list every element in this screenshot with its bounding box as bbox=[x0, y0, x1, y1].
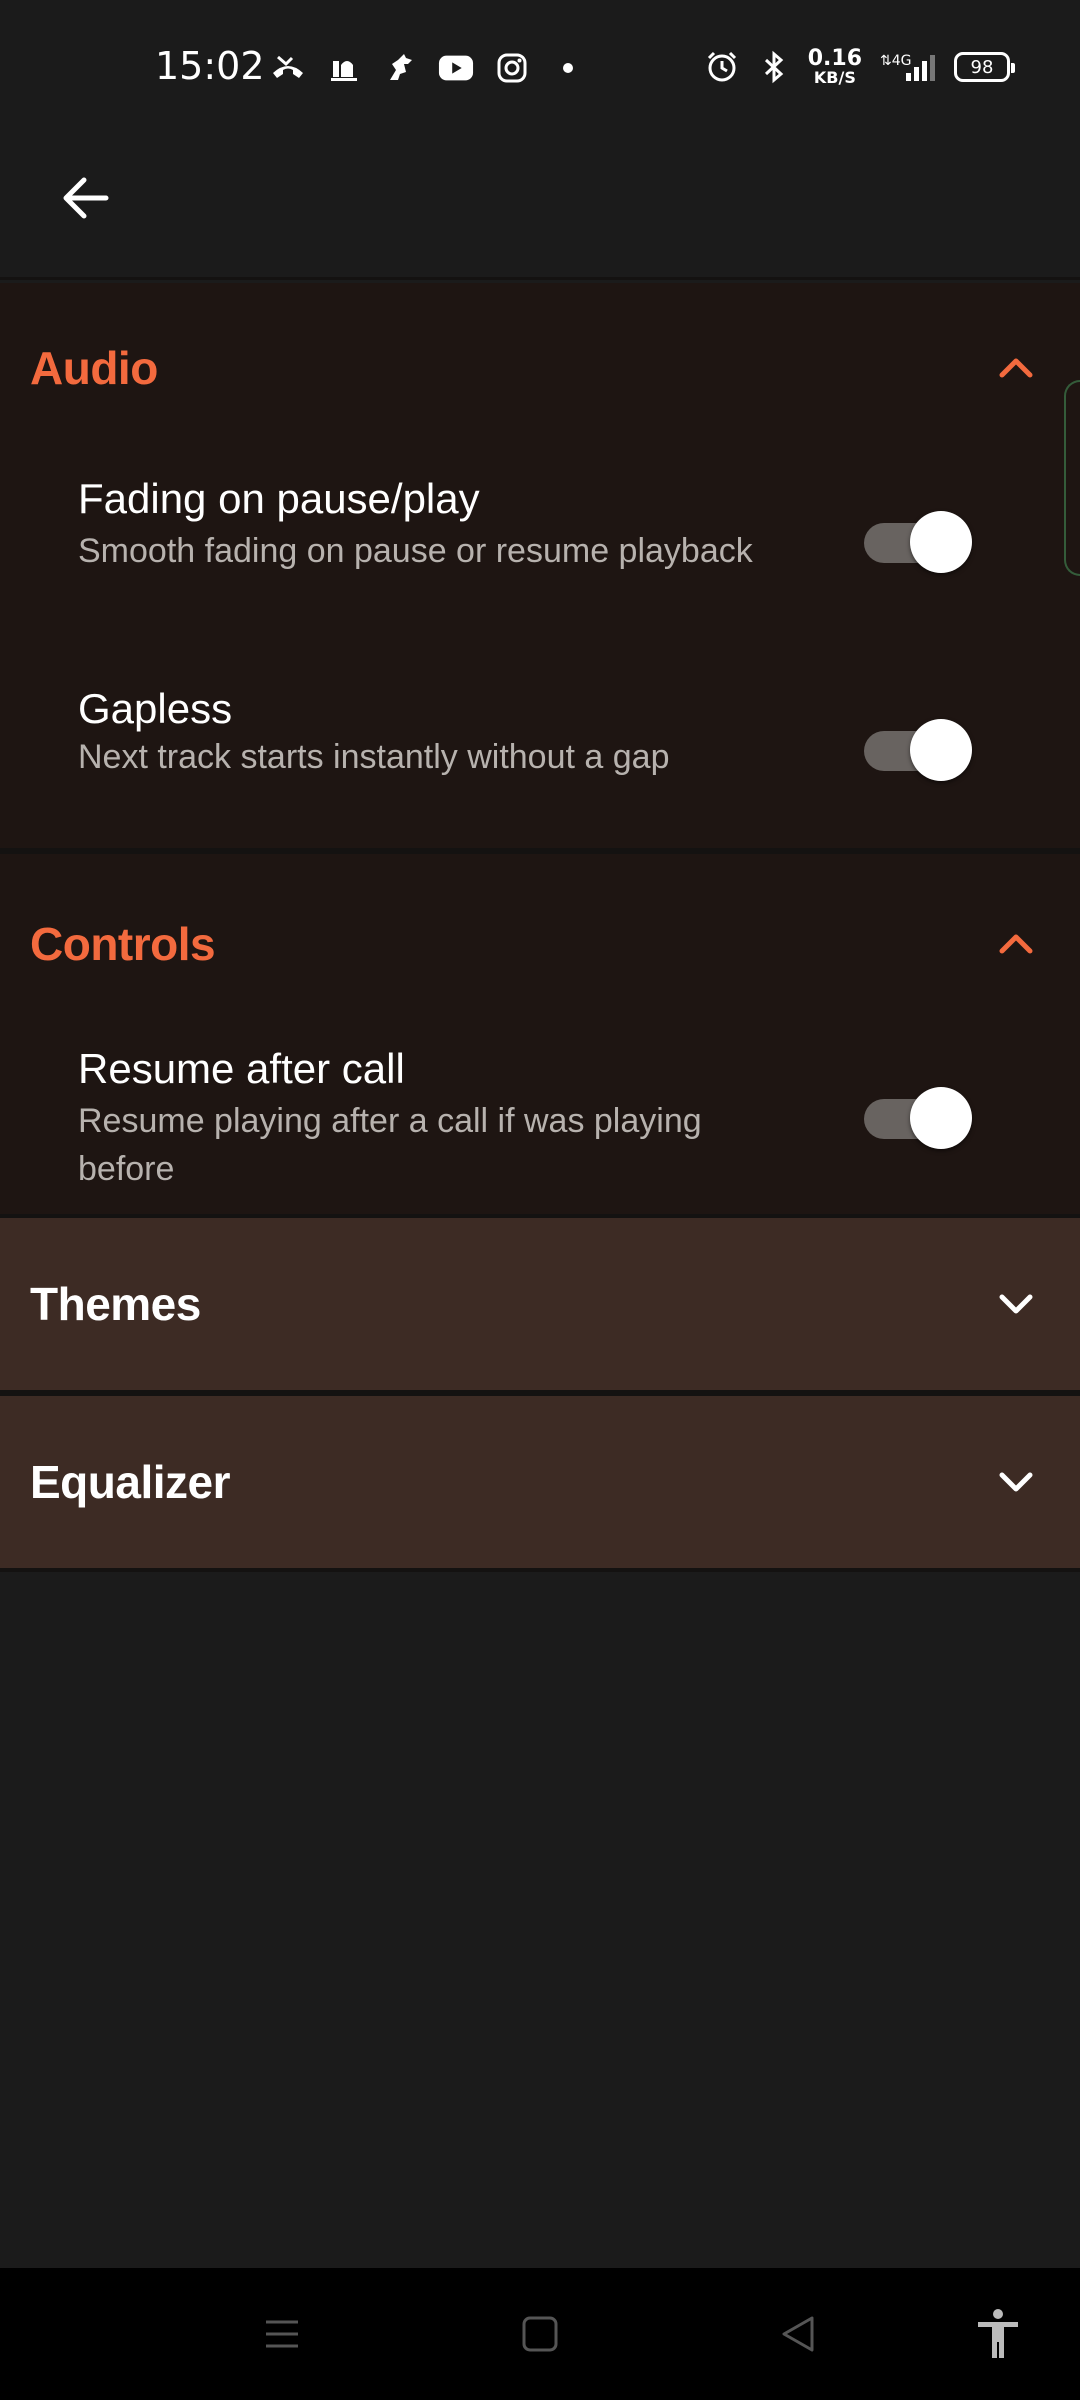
accessibility-button[interactable] bbox=[968, 2304, 1028, 2364]
fading-toggle[interactable] bbox=[864, 511, 972, 575]
recent-apps-button[interactable] bbox=[252, 2304, 312, 2364]
home-button[interactable] bbox=[510, 2304, 570, 2364]
missed-call-icon bbox=[270, 50, 306, 86]
status-bar: 15:02 0.16 KB/S ⇅4G 98 bbox=[0, 0, 1080, 110]
net-speed-value: 0.16 bbox=[807, 46, 862, 71]
alarm-icon bbox=[704, 49, 740, 85]
setting-resume-after-call[interactable]: Resume after call Resume playing after a… bbox=[0, 1029, 1080, 1214]
arrow-back-icon bbox=[63, 177, 109, 219]
section-themes-title: Themes bbox=[30, 1278, 201, 1330]
section-audio-header[interactable]: Audio bbox=[0, 283, 1080, 453]
battery-indicator: 98 bbox=[954, 52, 1015, 82]
section-equalizer-header[interactable]: Equalizer bbox=[0, 1396, 1080, 1568]
horse-app-icon bbox=[382, 50, 418, 86]
setting-resume-title: Resume after call bbox=[78, 1045, 405, 1092]
navigation-bar bbox=[0, 2268, 1080, 2400]
signal-icon: ⇅4G bbox=[878, 49, 938, 85]
section-controls-title: Controls bbox=[30, 918, 216, 970]
section-audio-title: Audio bbox=[30, 342, 158, 394]
back-triangle-icon bbox=[782, 2316, 814, 2352]
instagram-icon bbox=[494, 50, 530, 86]
home-icon bbox=[522, 2316, 558, 2352]
setting-fading-subtitle: Smooth fading on pause or resume playbac… bbox=[78, 532, 753, 570]
divider bbox=[0, 1568, 1080, 1572]
resume-toggle[interactable] bbox=[864, 1087, 972, 1151]
youtube-icon bbox=[438, 50, 474, 86]
section-equalizer[interactable]: Equalizer bbox=[0, 1396, 1080, 1568]
toggle-thumb bbox=[910, 1087, 972, 1149]
setting-fading-title: Fading on pause/play bbox=[78, 475, 480, 522]
svg-text:⇅4G: ⇅4G bbox=[880, 53, 912, 69]
section-controls: Controls Resume after call Resume playin… bbox=[0, 854, 1080, 1216]
net-speed: 0.16 KB/S bbox=[808, 48, 862, 86]
edge-panel-handle[interactable] bbox=[1064, 380, 1080, 576]
notification-icons bbox=[270, 50, 586, 86]
chevron-up-icon bbox=[999, 934, 1033, 954]
gapless-toggle[interactable] bbox=[864, 719, 972, 783]
chevron-down-icon bbox=[999, 1294, 1033, 1314]
accessibility-icon bbox=[978, 2309, 1018, 2358]
bluetooth-icon bbox=[756, 49, 792, 85]
nav-back-button[interactable] bbox=[768, 2304, 828, 2364]
setting-fading[interactable]: Fading on pause/play Smooth fading on pa… bbox=[0, 453, 1080, 663]
toggle-thumb bbox=[910, 511, 972, 573]
setting-gapless[interactable]: Gapless Next track starts instantly with… bbox=[0, 663, 1080, 843]
section-themes[interactable]: Themes bbox=[0, 1218, 1080, 1390]
setting-resume-subtitle: Resume playing after a call if was playi… bbox=[78, 1102, 702, 1188]
section-themes-header[interactable]: Themes bbox=[0, 1218, 1080, 1390]
net-speed-unit: KB/S bbox=[813, 68, 856, 87]
news-icon bbox=[326, 50, 362, 86]
toggle-thumb bbox=[910, 719, 972, 781]
system-icons: 0.16 KB/S ⇅4G 98 bbox=[704, 48, 1015, 86]
menu-icon bbox=[266, 2320, 298, 2348]
back-button[interactable] bbox=[48, 162, 120, 234]
section-audio: Audio Fading on pause/play Smooth fading… bbox=[0, 283, 1080, 848]
chevron-down-icon bbox=[999, 1472, 1033, 1492]
setting-gapless-subtitle: Next track starts instantly without a ga… bbox=[78, 738, 670, 776]
dot-icon bbox=[550, 50, 586, 86]
section-controls-header[interactable]: Controls bbox=[0, 854, 1080, 1034]
app-bar bbox=[0, 110, 1080, 280]
section-equalizer-title: Equalizer bbox=[30, 1456, 231, 1508]
chevron-up-icon bbox=[999, 358, 1033, 378]
setting-gapless-title: Gapless bbox=[78, 685, 233, 732]
status-time: 15:02 bbox=[155, 44, 265, 88]
